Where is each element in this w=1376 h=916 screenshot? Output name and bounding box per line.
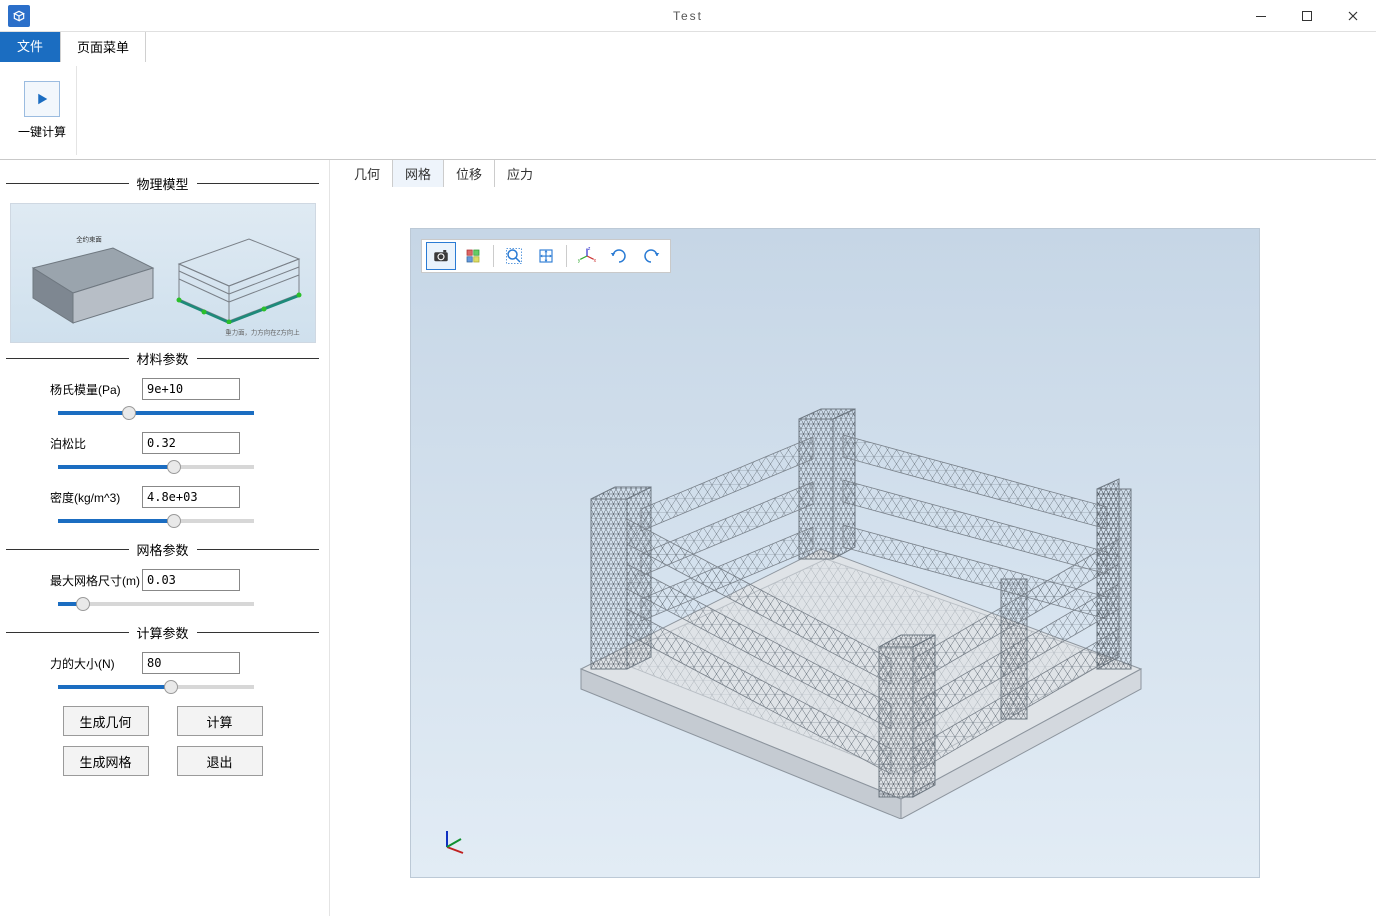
play-icon bbox=[24, 81, 60, 117]
generate-geometry-button[interactable]: 生成几何 bbox=[63, 706, 149, 736]
density-label: 密度(kg/m^3) bbox=[50, 489, 142, 506]
section-physics-model: 物理模型 bbox=[6, 174, 319, 193]
viewtab-displacement[interactable]: 位移 bbox=[444, 160, 495, 187]
youngs-modulus-label: 杨氏模量(Pa) bbox=[50, 381, 142, 398]
camera-icon[interactable] bbox=[426, 242, 456, 270]
3d-toolbar: xyz bbox=[421, 239, 671, 273]
title-bar: Test bbox=[0, 0, 1376, 32]
calculate-button[interactable]: 计算 bbox=[177, 706, 263, 736]
max-mesh-size-input[interactable] bbox=[142, 569, 240, 591]
rotate-cw-icon[interactable] bbox=[604, 242, 634, 270]
youngs-modulus-slider[interactable] bbox=[58, 411, 254, 415]
section-mesh-params: 网格参数 bbox=[6, 540, 319, 559]
poisson-ratio-label: 泊松比 bbox=[50, 435, 142, 452]
svg-text:x: x bbox=[594, 258, 597, 264]
viewtab-geometry[interactable]: 几何 bbox=[342, 160, 393, 187]
exit-button[interactable]: 退出 bbox=[177, 746, 263, 776]
density-input[interactable] bbox=[142, 486, 240, 508]
rotate-ccw-icon[interactable] bbox=[636, 242, 666, 270]
maximize-button[interactable] bbox=[1284, 0, 1330, 32]
app-icon bbox=[8, 5, 30, 27]
poisson-ratio-slider[interactable] bbox=[58, 465, 254, 469]
viewtab-stress[interactable]: 应力 bbox=[495, 160, 545, 187]
mesh-model bbox=[541, 359, 1161, 819]
force-label: 力的大小(N) bbox=[50, 655, 142, 672]
max-mesh-size-label: 最大网格尺寸(m) bbox=[50, 572, 142, 589]
generate-mesh-button[interactable]: 生成网格 bbox=[63, 746, 149, 776]
view-tabs: 几何 网格 位移 应力 bbox=[330, 160, 1376, 188]
force-slider[interactable] bbox=[58, 685, 254, 689]
youngs-modulus-input[interactable] bbox=[142, 378, 240, 400]
select-mode-icon[interactable] bbox=[458, 242, 488, 270]
minimize-button[interactable] bbox=[1238, 0, 1284, 32]
main-view: 几何 网格 位移 应力 xyz bbox=[330, 160, 1376, 916]
axes-icon[interactable]: xyz bbox=[572, 242, 602, 270]
tab-file[interactable]: 文件 bbox=[0, 29, 60, 62]
tab-page-menu[interactable]: 页面菜单 bbox=[60, 30, 146, 62]
close-button[interactable] bbox=[1330, 0, 1376, 32]
viewtab-mesh[interactable]: 网格 bbox=[393, 160, 444, 187]
zoom-rect-icon[interactable] bbox=[499, 242, 529, 270]
section-material-params: 材料参数 bbox=[6, 349, 319, 368]
poisson-ratio-input[interactable] bbox=[142, 432, 240, 454]
ribbon-one-click-calc-label: 一键计算 bbox=[18, 123, 66, 140]
menu-tabs: 文件 页面菜单 bbox=[0, 32, 1376, 62]
physics-preview: 全约束面 重力面，力方向在Z方向上 bbox=[10, 203, 316, 343]
pan-icon[interactable] bbox=[531, 242, 561, 270]
svg-text:z: z bbox=[588, 246, 591, 252]
sidebar: 物理模型 全约束面 bbox=[0, 160, 330, 916]
coordinate-triad-icon bbox=[439, 825, 469, 855]
ribbon-one-click-calc[interactable]: 一键计算 bbox=[8, 66, 77, 155]
max-mesh-size-slider[interactable] bbox=[58, 602, 254, 606]
force-input[interactable] bbox=[142, 652, 240, 674]
window-title: Test bbox=[673, 9, 703, 23]
ribbon: 一键计算 bbox=[0, 62, 1376, 160]
density-slider[interactable] bbox=[58, 519, 254, 523]
3d-canvas[interactable]: xyz bbox=[410, 228, 1260, 878]
section-calc-params: 计算参数 bbox=[6, 623, 319, 642]
